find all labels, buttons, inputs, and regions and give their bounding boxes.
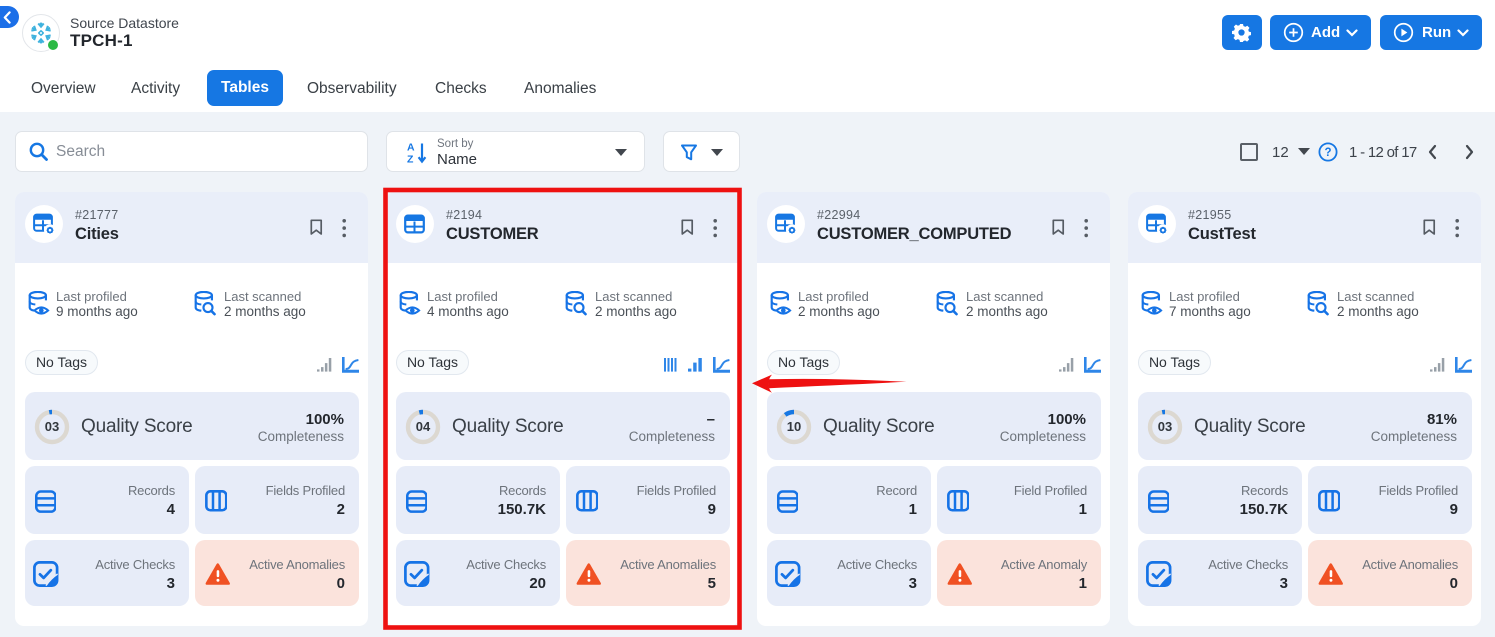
svg-text:A: A <box>407 142 415 154</box>
svg-text:?: ? <box>1324 147 1331 159</box>
svg-text:Z: Z <box>407 154 414 166</box>
